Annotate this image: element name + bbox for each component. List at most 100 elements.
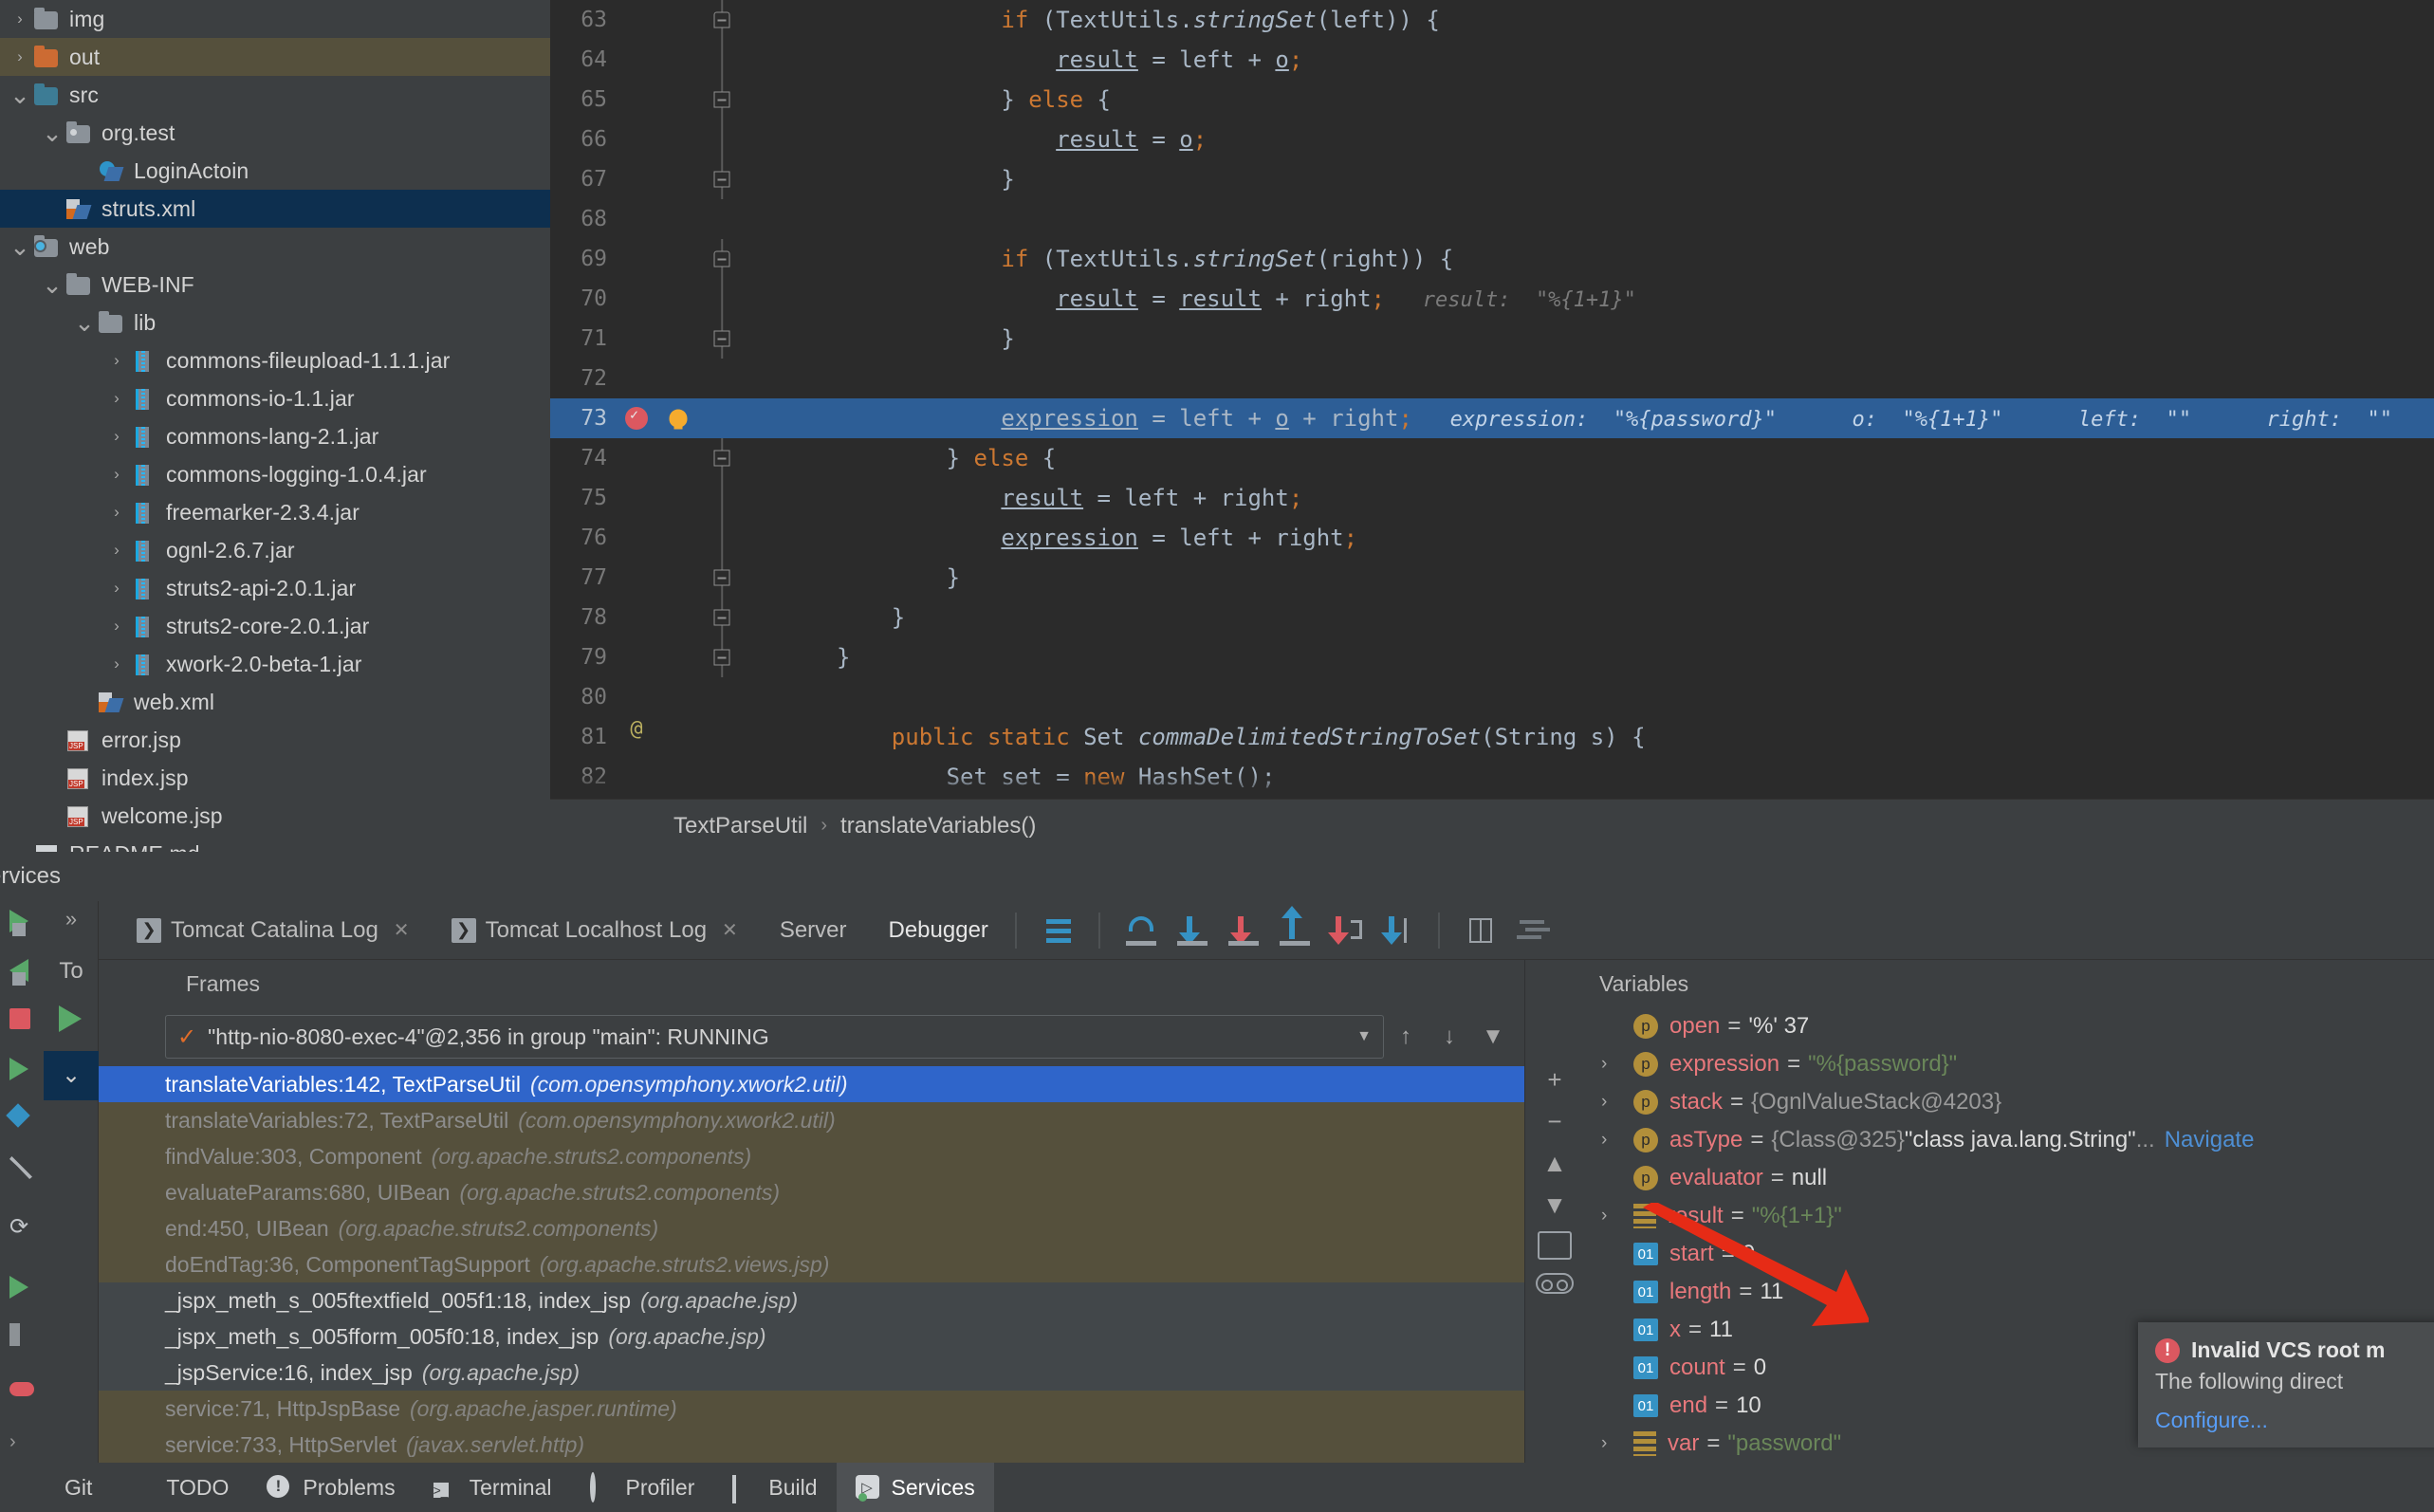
expand-arrow-icon[interactable]: › bbox=[1601, 1092, 1633, 1113]
fold-gutter[interactable] bbox=[700, 239, 744, 279]
fold-gutter[interactable] bbox=[700, 637, 744, 677]
chevron-right-icon[interactable]: › bbox=[104, 541, 129, 560]
tree-item-web[interactable]: ⌄ web bbox=[0, 228, 550, 266]
fold-gutter[interactable] bbox=[700, 398, 744, 438]
intention-bulb-icon[interactable] bbox=[656, 40, 700, 80]
chevron-right-icon[interactable]: › bbox=[8, 47, 32, 66]
collapse-icon[interactable]: ⌄ bbox=[44, 1051, 99, 1100]
force-step-into-icon[interactable] bbox=[1222, 909, 1265, 952]
frame-row[interactable]: service:733, HttpServlet (javax.servlet.h… bbox=[99, 1427, 1524, 1463]
frame-row[interactable]: end:450, UIBean (org.apache.struts2.compo… bbox=[99, 1210, 1524, 1246]
frames-list[interactable]: translateVariables:142, TextParseUtil (co… bbox=[99, 1066, 1524, 1463]
expand-arrow-icon[interactable]: › bbox=[1601, 1433, 1633, 1454]
fold-gutter[interactable] bbox=[700, 120, 744, 159]
tree-item-commons-lang-2-1-jar[interactable]: › commons-lang-2.1.jar bbox=[0, 417, 550, 455]
frame-row[interactable]: _jspService:16, index_jsp (org.apache.jsp… bbox=[99, 1355, 1524, 1391]
navigate-link[interactable]: Navigate bbox=[2165, 1127, 2255, 1153]
step-out-icon[interactable] bbox=[1273, 905, 1317, 952]
frames-side-toolbar[interactable]: + − ▲ ▼ bbox=[1525, 960, 1584, 1463]
intention-bulb-icon[interactable] bbox=[656, 120, 700, 159]
run-green-icon[interactable] bbox=[3, 1269, 41, 1307]
secondary-strip[interactable]: » To ⌄ bbox=[44, 901, 99, 1463]
code-line-72[interactable]: 72 bbox=[550, 359, 2434, 398]
run-to-cursor-icon[interactable] bbox=[1375, 909, 1419, 952]
thread-dropdown[interactable]: ✓ "http-nio-8080-exec-4"@2,356 in group … bbox=[165, 1015, 1384, 1059]
code-line-71[interactable]: 71 } bbox=[550, 319, 2434, 359]
tree-item-index-jsp[interactable]: ›index.jsp bbox=[0, 759, 550, 797]
intention-bulb-icon[interactable] bbox=[656, 637, 700, 677]
fold-gutter[interactable] bbox=[700, 478, 744, 518]
add-watch-icon[interactable]: + bbox=[1534, 1059, 1576, 1100]
code-line-74[interactable]: 74 } else { bbox=[550, 438, 2434, 478]
variable-row[interactable]: ›pevaluator=null bbox=[1584, 1159, 2434, 1197]
intention-bulb-icon[interactable] bbox=[656, 199, 700, 239]
frames-up-icon[interactable]: ↑ bbox=[1384, 1015, 1428, 1059]
pause-program-icon[interactable] bbox=[3, 952, 41, 990]
intention-bulb-icon[interactable] bbox=[656, 398, 700, 438]
tree-item-xwork-2-0-beta-1-jar[interactable]: › xwork-2.0-beta-1.jar bbox=[0, 645, 550, 683]
status-build[interactable]: Build bbox=[713, 1463, 836, 1512]
tree-item-welcome-jsp[interactable]: ›welcome.jsp bbox=[0, 797, 550, 835]
tree-item-org-test[interactable]: ⌄ org.test bbox=[0, 114, 550, 152]
fold-gutter[interactable] bbox=[700, 717, 744, 757]
close-icon[interactable]: ✕ bbox=[722, 918, 738, 942]
variable-row[interactable]: › result = "%{1+1}" bbox=[1584, 1197, 2434, 1235]
code-line-66[interactable]: 66 result = o; bbox=[550, 120, 2434, 159]
intention-bulb-icon[interactable] bbox=[656, 717, 700, 757]
intention-bulb-icon[interactable] bbox=[656, 558, 700, 598]
intention-bulb-icon[interactable] bbox=[656, 0, 700, 40]
resume-icon[interactable] bbox=[59, 1005, 82, 1032]
frame-row[interactable]: _jspx_meth_s_005ftextfield_005f1:18, ind… bbox=[99, 1282, 1524, 1318]
fold-gutter[interactable] bbox=[700, 199, 744, 239]
expand-strip-icon[interactable]: › bbox=[3, 1425, 41, 1463]
intention-bulb-icon[interactable] bbox=[656, 478, 700, 518]
view-breakpoints-icon[interactable] bbox=[3, 1100, 41, 1138]
code-line-69[interactable]: 69 if (TextUtils.stringSet(right)) { bbox=[550, 239, 2434, 279]
tree-item-loginactoin[interactable]: ›LoginActoin bbox=[0, 152, 550, 190]
frame-row[interactable]: evaluateParams:680, UIBean (org.apache.st… bbox=[99, 1174, 1524, 1210]
drop-frame-icon[interactable] bbox=[1324, 909, 1368, 952]
chevron-right-icon[interactable]: › bbox=[104, 655, 129, 673]
intention-bulb-icon[interactable] bbox=[656, 677, 700, 717]
tree-item-src[interactable]: ⌄ src bbox=[0, 76, 550, 114]
code-line-70[interactable]: 70 result = result + right; result: "%{1… bbox=[550, 279, 2434, 319]
code-editor[interactable]: 63 if (TextUtils.stringSet(left)) {64 re… bbox=[550, 0, 2434, 852]
status-profiler[interactable]: Profiler bbox=[571, 1463, 714, 1512]
fold-gutter[interactable] bbox=[700, 677, 744, 717]
frame-row[interactable]: doEndTag:36, ComponentTagSupport (org.apa… bbox=[99, 1246, 1524, 1282]
tree-item-web-xml[interactable]: ›web.xml bbox=[0, 683, 550, 721]
intention-bulb-icon[interactable] bbox=[656, 80, 700, 120]
variable-row[interactable]: ›01start=0 bbox=[1584, 1235, 2434, 1273]
intention-bulb-icon[interactable] bbox=[656, 518, 700, 558]
tree-item-struts2-core-2-0-1-jar[interactable]: › struts2-core-2.0.1.jar bbox=[0, 607, 550, 645]
step-over-icon[interactable] bbox=[1119, 909, 1163, 952]
status-services[interactable]: ▷ Services bbox=[836, 1463, 994, 1512]
tab-tomcat-localhost-log[interactable]: ❯ Tomcat Localhost Log ✕ bbox=[431, 901, 759, 960]
breadcrumb[interactable]: TextParseUtil › translateVariables() bbox=[550, 799, 2434, 852]
intention-bulb-icon[interactable] bbox=[656, 598, 700, 637]
code-line-67[interactable]: 67 } bbox=[550, 159, 2434, 199]
watches-eyes-icon[interactable] bbox=[3, 1375, 41, 1413]
move-up-icon[interactable]: ▲ bbox=[1534, 1142, 1576, 1184]
debug-tabbar[interactable]: ❯ Tomcat Catalina Log ✕ ❯ Tomcat Localhost L… bbox=[99, 901, 2434, 960]
fold-gutter[interactable] bbox=[700, 40, 744, 80]
code-line-63[interactable]: 63 if (TextUtils.stringSet(left)) { bbox=[550, 0, 2434, 40]
frame-row[interactable]: service:71, HttpJspBase (org.apache.jaspe… bbox=[99, 1391, 1524, 1427]
chevron-down-icon[interactable]: ⌄ bbox=[8, 83, 32, 107]
variable-row[interactable]: ›01length=11 bbox=[1584, 1273, 2434, 1311]
expand-arrow-icon[interactable]: › bbox=[1601, 1206, 1633, 1226]
breakpoint-icon[interactable] bbox=[617, 398, 656, 438]
chevron-down-icon[interactable]: ⌄ bbox=[40, 120, 65, 145]
fold-gutter[interactable] bbox=[700, 359, 744, 398]
breadcrumb-method[interactable]: translateVariables() bbox=[840, 813, 1036, 839]
vcs-configure-link[interactable]: Configure... bbox=[2155, 1408, 2434, 1433]
intention-bulb-icon[interactable] bbox=[656, 239, 700, 279]
status-problems[interactable]: ! Problems bbox=[248, 1463, 414, 1512]
restart-icon[interactable]: ⟳ bbox=[3, 1207, 41, 1245]
chevron-right-icon[interactable]: › bbox=[8, 9, 32, 28]
status-terminal[interactable]: >_ Terminal bbox=[415, 1463, 571, 1512]
variable-row[interactable]: › p asType = {Class@325} "class java.lang.St… bbox=[1584, 1121, 2434, 1159]
chevron-right-icon[interactable]: › bbox=[104, 427, 129, 446]
fold-gutter[interactable] bbox=[700, 279, 744, 319]
more-tabs-icon[interactable]: » bbox=[44, 907, 99, 931]
